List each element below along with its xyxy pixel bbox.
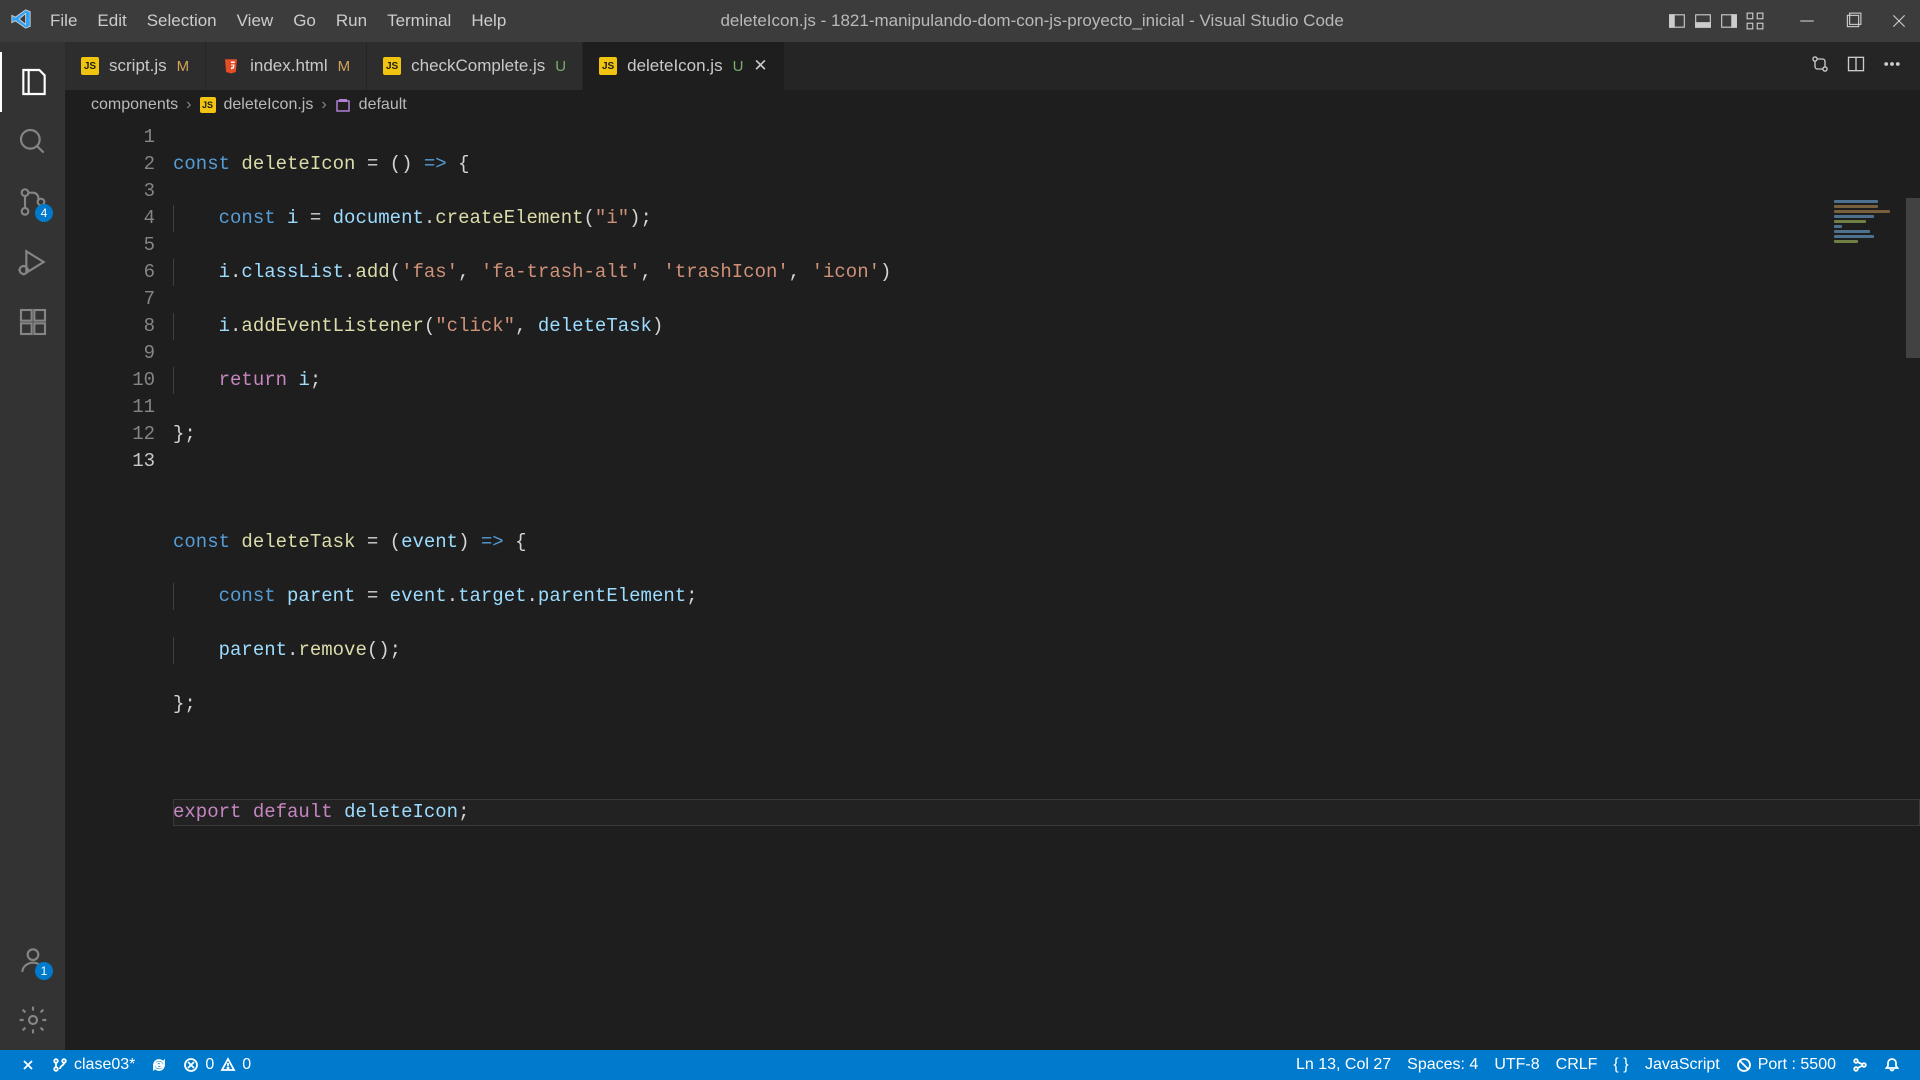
extensions-icon[interactable] bbox=[0, 292, 65, 352]
indentation[interactable]: Spaces: 4 bbox=[1399, 1056, 1486, 1074]
vertical-scrollbar[interactable] bbox=[1906, 198, 1920, 1050]
js-file-icon: JS bbox=[383, 57, 401, 75]
split-editor-icon[interactable] bbox=[1846, 54, 1866, 79]
language-label: JavaScript bbox=[1645, 1056, 1720, 1074]
tab-status: M bbox=[177, 58, 190, 75]
breadcrumb-file[interactable]: deleteIcon.js bbox=[224, 96, 314, 114]
remote-indicator[interactable] bbox=[12, 1057, 44, 1073]
compare-changes-icon[interactable] bbox=[1810, 54, 1830, 79]
menu-file[interactable]: File bbox=[40, 11, 87, 31]
titlebar: File Edit Selection View Go Run Terminal… bbox=[0, 0, 1920, 42]
tab-label: checkComplete.js bbox=[411, 56, 545, 76]
toggle-primary-sidebar-icon[interactable] bbox=[1668, 12, 1686, 30]
feedback-icon[interactable] bbox=[1844, 1057, 1876, 1073]
language-mode[interactable]: { } JavaScript bbox=[1605, 1056, 1727, 1074]
eol[interactable]: CRLF bbox=[1548, 1056, 1606, 1074]
notifications-icon[interactable] bbox=[1876, 1057, 1908, 1073]
tab-deleteicon-js[interactable]: JS deleteIcon.js U ✕ bbox=[583, 42, 785, 90]
encoding[interactable]: UTF-8 bbox=[1486, 1056, 1547, 1074]
source-control-icon[interactable]: 4 bbox=[0, 172, 65, 232]
code-editor[interactable]: 1234 5678 9101112 13 const deleteIcon = … bbox=[65, 120, 1920, 1050]
tab-label: deleteIcon.js bbox=[627, 56, 722, 76]
tab-label: script.js bbox=[109, 56, 167, 76]
sync-icon[interactable] bbox=[143, 1057, 175, 1073]
tab-close-icon[interactable]: ✕ bbox=[753, 56, 767, 76]
symbol-method-icon bbox=[335, 97, 351, 113]
menu-go[interactable]: Go bbox=[283, 11, 326, 31]
window-title: deleteIcon.js - 1821-manipulando-dom-con… bbox=[396, 11, 1668, 31]
live-server-port[interactable]: Port : 5500 bbox=[1728, 1056, 1844, 1074]
js-file-icon: JS bbox=[599, 57, 617, 75]
tab-checkcomplete-js[interactable]: JS checkComplete.js U bbox=[367, 42, 583, 90]
error-count: 0 bbox=[205, 1056, 214, 1074]
tab-index-html[interactable]: index.html M bbox=[206, 42, 367, 90]
chevron-right-icon: › bbox=[321, 96, 326, 114]
toggle-secondary-sidebar-icon[interactable] bbox=[1720, 12, 1738, 30]
explorer-icon[interactable] bbox=[0, 52, 65, 112]
tab-status: M bbox=[338, 58, 351, 75]
search-icon[interactable] bbox=[0, 112, 65, 172]
js-file-icon: JS bbox=[81, 57, 99, 75]
tab-status: U bbox=[733, 58, 744, 75]
status-bar: clase03* 0 0 Ln 13, Col 27 Spaces: 4 UTF… bbox=[0, 1050, 1920, 1080]
layout-controls bbox=[1668, 12, 1764, 30]
tab-script-js[interactable]: JS script.js M bbox=[65, 42, 206, 90]
maximize-icon[interactable] bbox=[1844, 12, 1862, 30]
breadcrumb-folder[interactable]: components bbox=[91, 96, 178, 114]
line-numbers: 1234 5678 9101112 13 bbox=[65, 120, 173, 1050]
git-branch[interactable]: clase03* bbox=[44, 1056, 143, 1074]
accounts-badge: 1 bbox=[35, 962, 53, 980]
branch-name: clase03* bbox=[74, 1056, 135, 1074]
close-icon[interactable] bbox=[1890, 12, 1908, 30]
customize-layout-icon[interactable] bbox=[1746, 12, 1764, 30]
scm-badge: 4 bbox=[35, 204, 53, 222]
activity-bar: 4 1 bbox=[0, 42, 65, 1050]
more-actions-icon[interactable] bbox=[1882, 54, 1902, 79]
problems[interactable]: 0 0 bbox=[175, 1056, 259, 1074]
braces-icon: { } bbox=[1613, 1056, 1628, 1074]
code-content[interactable]: const deleteIcon = () => { const i = doc… bbox=[173, 120, 1920, 1050]
menu-view[interactable]: View bbox=[227, 11, 284, 31]
run-debug-icon[interactable] bbox=[0, 232, 65, 292]
menu-edit[interactable]: Edit bbox=[87, 11, 136, 31]
breadcrumb[interactable]: components › JS deleteIcon.js › default bbox=[65, 90, 1920, 120]
cursor-position[interactable]: Ln 13, Col 27 bbox=[1288, 1056, 1399, 1074]
html-file-icon bbox=[222, 57, 240, 75]
js-file-icon: JS bbox=[200, 97, 216, 113]
menu-run[interactable]: Run bbox=[326, 11, 377, 31]
port-label: Port : 5500 bbox=[1758, 1056, 1836, 1074]
minimize-icon[interactable] bbox=[1798, 12, 1816, 30]
breadcrumb-symbol[interactable]: default bbox=[359, 96, 407, 114]
editor-area: JS script.js M index.html M JS checkComp… bbox=[65, 42, 1920, 1050]
toggle-panel-icon[interactable] bbox=[1694, 12, 1712, 30]
editor-tabs: JS script.js M index.html M JS checkComp… bbox=[65, 42, 1920, 90]
tab-status: U bbox=[555, 58, 566, 75]
window-controls bbox=[1798, 12, 1908, 30]
chevron-right-icon: › bbox=[186, 96, 191, 114]
warning-count: 0 bbox=[242, 1056, 251, 1074]
tab-label: index.html bbox=[250, 56, 327, 76]
settings-gear-icon[interactable] bbox=[0, 990, 65, 1050]
menu-selection[interactable]: Selection bbox=[137, 11, 227, 31]
accounts-icon[interactable]: 1 bbox=[0, 930, 65, 990]
vscode-logo-icon bbox=[10, 8, 32, 35]
